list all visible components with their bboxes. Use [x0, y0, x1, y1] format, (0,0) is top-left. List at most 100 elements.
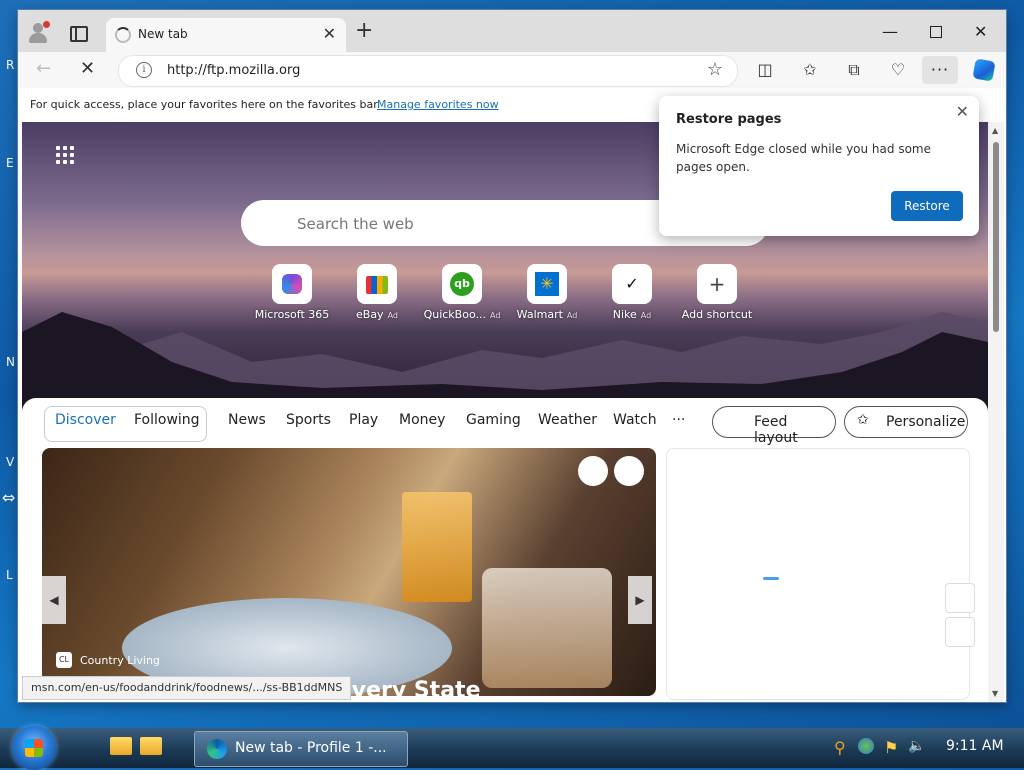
scrollbar-thumb[interactable] [993, 142, 999, 332]
browser-essentials-icon[interactable]: ♡ [888, 60, 908, 80]
action-center-flag-icon[interactable]: ⚑ [884, 738, 900, 757]
quickbooks-icon: qb [442, 264, 482, 304]
clock[interactable]: 9:11 AM [946, 738, 1004, 754]
personalize-icon: ✩ [857, 412, 869, 428]
shortcut-label: Add shortcut [681, 308, 753, 321]
stop-loading-button[interactable]: ✕ [80, 58, 95, 79]
card-action-button[interactable] [614, 456, 644, 486]
feed-layout-button[interactable]: Feed layout [712, 406, 836, 446]
status-url: msn.com/en-us/foodanddrink/foodnews/.../… [22, 676, 352, 700]
browser-window: New tab ✕ + — ✕ ← ✕ i http://ftp.mozilla… [18, 10, 1006, 702]
close-icon[interactable]: ✕ [956, 102, 969, 121]
address-bar[interactable]: i http://ftp.mozilla.org ☆ [118, 55, 738, 87]
desktop-icon-label: R [6, 58, 15, 72]
scroll-up-icon[interactable]: ▲ [992, 126, 998, 135]
shortcut-label: eBay [356, 308, 384, 321]
folder-icon[interactable] [110, 737, 132, 755]
volume-muted-icon[interactable]: 🔈 [908, 738, 925, 754]
settings-and-more-button[interactable]: ··· [922, 56, 958, 84]
category-gaming[interactable]: Gaming [466, 412, 521, 428]
new-tab-button[interactable]: + [355, 20, 373, 42]
shortcut-ebay[interactable]: eBay Ad [337, 264, 417, 321]
personalize-button[interactable]: ✩ Personalize [844, 406, 968, 438]
category-watch[interactable]: Watch [613, 412, 657, 428]
loading-indicator [763, 577, 779, 580]
windows-logo-icon [25, 739, 43, 757]
category-news[interactable]: News [228, 412, 266, 428]
manage-favorites-link[interactable]: Manage favorites now [377, 98, 499, 111]
folder-icon[interactable] [140, 737, 162, 755]
news-card[interactable]: ◀ ▶ CL Country Living nt in Every State [42, 448, 656, 696]
mountains-silhouette [22, 312, 988, 412]
vertical-scrollbar[interactable]: ▲ ▼ [988, 122, 1004, 702]
news-feed: Discover Following News Sports Play Mone… [22, 398, 988, 702]
navigation-toolbar: ← ✕ i http://ftp.mozilla.org ☆ ◫ ✩ ⧉ ♡ ·… [18, 52, 1006, 88]
desktop-icon-label: L [6, 568, 13, 582]
card-control-button[interactable] [945, 583, 975, 613]
ad-label: Ad [640, 311, 652, 320]
category-money[interactable]: Money [399, 412, 445, 428]
restore-button[interactable]: Restore [891, 191, 963, 221]
tab-discover[interactable]: Discover [55, 412, 116, 428]
site-info-icon[interactable]: i [136, 62, 152, 78]
favorites-bar-message: For quick access, place your favorites h… [30, 98, 381, 111]
tab-actions-icon[interactable] [70, 26, 88, 42]
card-action-button[interactable] [578, 456, 608, 486]
close-window-button[interactable]: ✕ [974, 22, 987, 41]
notification-dot [43, 21, 50, 28]
taskbar: New tab - Profile 1 -... ⚲ ⚑ 🔈 9:11 AM [0, 726, 1024, 770]
start-button[interactable] [12, 726, 56, 770]
apps-launcher-icon[interactable] [56, 146, 76, 166]
tab-following[interactable]: Following [134, 412, 200, 428]
ad-label: Ad [566, 311, 578, 320]
close-tab-icon[interactable]: ✕ [323, 24, 336, 43]
favorites-icon[interactable]: ✩ [800, 60, 820, 80]
walmart-icon: ✳ [527, 264, 567, 304]
source-logo: CL [56, 652, 72, 668]
search-tray-icon[interactable]: ⚲ [834, 738, 850, 757]
add-favorite-star-icon[interactable]: ☆ [707, 59, 723, 80]
plus-icon: + [697, 264, 737, 304]
collections-icon[interactable]: ⧉ [844, 60, 864, 80]
card-control-button[interactable] [945, 617, 975, 647]
shortcut-quickbooks[interactable]: qb QuickBoo... Ad [422, 264, 502, 321]
split-screen-icon[interactable]: ◫ [755, 60, 775, 80]
previous-card-button[interactable]: ◀ [42, 576, 66, 624]
shortcut-label: QuickBoo... [423, 308, 486, 321]
back-button[interactable]: ← [36, 58, 51, 79]
profile-icon [33, 23, 43, 33]
source-name: Country Living [80, 654, 160, 667]
shortcut-add[interactable]: + Add shortcut [677, 264, 757, 321]
glass-image [482, 568, 612, 688]
taskbar-item-label: New tab - Profile 1 -... [235, 740, 387, 756]
shortcut-walmart[interactable]: ✳ Walmart Ad [507, 264, 587, 321]
personalize-label: Personalize [886, 414, 966, 430]
restore-pages-dialog: Restore pages ✕ Microsoft Edge closed wh… [659, 96, 979, 236]
scroll-down-icon[interactable]: ▼ [992, 689, 998, 698]
shortcut-nike[interactable]: ✓ Nike Ad [592, 264, 672, 321]
profile-button[interactable] [26, 20, 52, 46]
resize-cursor-icon: ⇔ [2, 488, 16, 507]
feed-layout-label: Feed layout [754, 414, 798, 446]
category-sports[interactable]: Sports [286, 412, 331, 428]
desktop-icon-label: E [6, 156, 14, 170]
url-text[interactable]: http://ftp.mozilla.org [167, 63, 300, 78]
ad-label: Ad [490, 311, 501, 320]
category-play[interactable]: Play [349, 412, 378, 428]
more-categories-button[interactable]: ··· [672, 412, 685, 428]
beer-glass-image [402, 492, 472, 602]
title-bar: New tab ✕ + — ✕ [18, 10, 1006, 52]
next-card-button[interactable]: ▶ [628, 576, 652, 624]
network-icon[interactable] [858, 738, 874, 754]
taskbar-item-edge[interactable]: New tab - Profile 1 -... [194, 731, 408, 767]
category-weather[interactable]: Weather [538, 412, 597, 428]
shortcut-label: Nike [612, 308, 637, 321]
maximize-button[interactable] [930, 26, 942, 38]
dialog-title: Restore pages [676, 112, 782, 127]
shortcut-label: Walmart [516, 308, 563, 321]
tab-new-tab[interactable]: New tab ✕ [106, 18, 346, 52]
copilot-icon[interactable] [972, 58, 996, 82]
shortcut-microsoft-365[interactable]: Microsoft 365 [252, 264, 332, 321]
minimize-button[interactable]: — [882, 22, 898, 41]
weather-card [666, 448, 975, 700]
